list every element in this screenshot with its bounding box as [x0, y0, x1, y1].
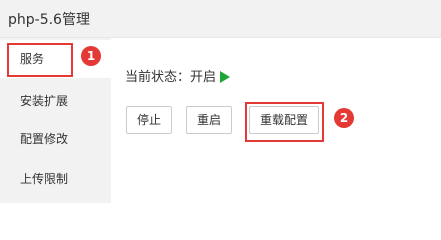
stop-button[interactable]: 停止 [126, 106, 172, 134]
window-title: php-5.6管理 [8, 12, 90, 28]
service-status: 当前状态：开启 [125, 66, 231, 85]
annotation-badge-1: 1 [81, 46, 101, 66]
reload-config-button[interactable]: 重载配置 [249, 106, 319, 134]
title-bar: php-5.6管理 [0, 0, 441, 38]
status-value: 开启 [190, 70, 217, 85]
restart-button[interactable]: 重启 [186, 106, 232, 134]
sidebar-item-config-edit[interactable]: 配置修改 [0, 120, 111, 158]
sidebar-item-install-extensions[interactable]: 安装扩展 [0, 82, 111, 120]
annotation-badge-2: 2 [334, 108, 354, 128]
sidebar-item-upload-limit[interactable]: 上传限制 [0, 160, 111, 198]
status-label: 当前状态： [125, 70, 191, 85]
play-icon [220, 70, 231, 83]
